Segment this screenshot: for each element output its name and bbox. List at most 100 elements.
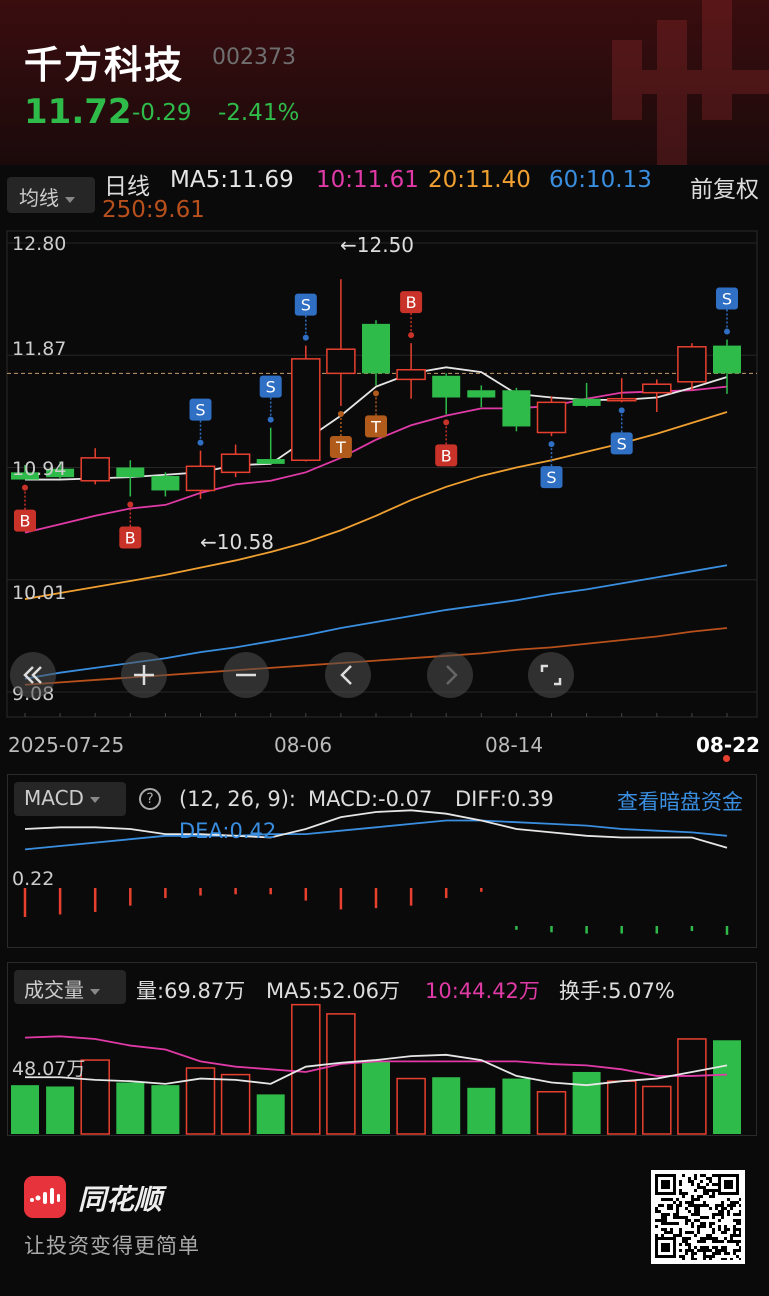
qr-module — [658, 1210, 661, 1213]
scroll-to-start-button[interactable] — [10, 652, 56, 698]
qr-module — [661, 1222, 664, 1225]
qr-module — [655, 1225, 658, 1228]
volume-ma10-value: 10:44.42万 — [425, 979, 540, 1003]
volume-bar — [220, 1073, 251, 1135]
qr-module — [676, 1213, 679, 1216]
qr-module — [700, 1246, 703, 1249]
signal-badge-label: T — [335, 438, 346, 457]
qr-module — [718, 1210, 721, 1213]
qr-module — [688, 1201, 691, 1204]
candlestick-chart[interactable]: B B S S S T T B B S S S — [0, 227, 769, 773]
qr-module — [721, 1249, 724, 1252]
qr-module — [721, 1210, 724, 1213]
qr-module — [694, 1207, 697, 1210]
qr-module — [733, 1213, 736, 1216]
ma-indicator-selector[interactable]: 均线 — [7, 177, 95, 213]
qr-module — [712, 1228, 715, 1231]
view-dark-pool-link[interactable]: 查看暗盘资金 — [617, 786, 743, 816]
qr-module — [706, 1192, 709, 1195]
question-icon[interactable]: ? — [139, 788, 161, 810]
adjust-mode-button[interactable]: 前复权 — [690, 170, 759, 204]
qr-module — [685, 1249, 688, 1252]
qr-module — [703, 1204, 706, 1207]
qr-module — [670, 1207, 673, 1210]
candle-body — [362, 323, 390, 374]
qr-module — [706, 1216, 709, 1219]
qr-module — [736, 1243, 739, 1246]
candle-body — [713, 345, 741, 374]
qr-module — [724, 1231, 727, 1234]
y-tick-label: 11.87 — [12, 338, 67, 360]
ma250-legend: 250:9.61 — [102, 197, 205, 223]
qr-module — [700, 1174, 703, 1177]
qr-module — [709, 1234, 712, 1237]
qr-module — [661, 1219, 664, 1222]
qr-module — [724, 1249, 727, 1252]
qr-module — [691, 1231, 694, 1234]
qr-module — [697, 1228, 700, 1231]
macd-indicator-selector[interactable]: MACD — [14, 782, 126, 816]
candle-body — [677, 346, 707, 383]
scroll-left-button[interactable] — [325, 652, 371, 698]
qr-module — [724, 1258, 727, 1260]
volume-bar — [151, 1085, 180, 1134]
qr-module — [718, 1225, 721, 1228]
plus-icon — [134, 665, 154, 685]
volume-bar — [256, 1094, 285, 1134]
qr-module — [655, 1207, 658, 1210]
candle-body — [80, 457, 110, 482]
volume-bar — [677, 1038, 707, 1135]
scroll-right-button[interactable] — [427, 652, 473, 698]
volume-indicator-selector[interactable]: 成交量 — [14, 970, 126, 1004]
qr-module — [664, 1216, 667, 1219]
zoom-out-button[interactable] — [223, 652, 269, 698]
qr-module — [691, 1255, 694, 1258]
qr-module — [733, 1201, 736, 1204]
qr-module — [694, 1198, 697, 1201]
qr-module — [670, 1222, 673, 1225]
volume-bar — [326, 1013, 356, 1135]
qr-module — [697, 1213, 700, 1216]
volume-value: 量:69.87万 — [136, 979, 246, 1003]
qr-module — [721, 1207, 724, 1210]
fullscreen-button[interactable] — [528, 652, 574, 698]
qr-module — [691, 1201, 694, 1204]
candle-body — [256, 459, 285, 464]
qr-module — [706, 1189, 709, 1192]
qr-module — [727, 1252, 730, 1255]
qr-module — [661, 1228, 664, 1231]
qr-module — [688, 1237, 691, 1240]
qr-module — [730, 1258, 733, 1260]
stock-code: 002373 — [212, 45, 296, 70]
qr-module — [676, 1207, 679, 1210]
qr-module — [736, 1249, 739, 1252]
candle-logo-icon — [30, 1188, 60, 1204]
volume-bar — [116, 1082, 145, 1134]
qr-module — [691, 1252, 694, 1255]
fullscreen-icon — [540, 664, 562, 686]
qr-module — [691, 1213, 694, 1216]
qr-module — [676, 1234, 679, 1237]
qr-module — [667, 1231, 670, 1234]
zoom-in-button[interactable] — [121, 652, 167, 698]
qr-module — [706, 1246, 709, 1249]
qr-module — [727, 1204, 730, 1207]
candle-body — [642, 383, 672, 394]
qr-module — [694, 1246, 697, 1249]
qr-module — [718, 1249, 721, 1252]
qr-module — [679, 1216, 682, 1219]
qr-module — [682, 1216, 685, 1219]
qr-module — [691, 1225, 694, 1228]
qr-module — [724, 1252, 727, 1255]
qr-module — [685, 1237, 688, 1240]
qr-module — [730, 1201, 733, 1204]
qr-module — [700, 1195, 703, 1198]
qr-module — [697, 1207, 700, 1210]
chevron-left-icon — [340, 665, 352, 685]
qr-module — [673, 1216, 676, 1219]
caret-down-icon — [90, 988, 100, 995]
qr-module — [739, 1210, 741, 1213]
qr-module — [667, 1222, 670, 1225]
qr-module — [718, 1228, 721, 1231]
qr-module — [691, 1198, 694, 1201]
